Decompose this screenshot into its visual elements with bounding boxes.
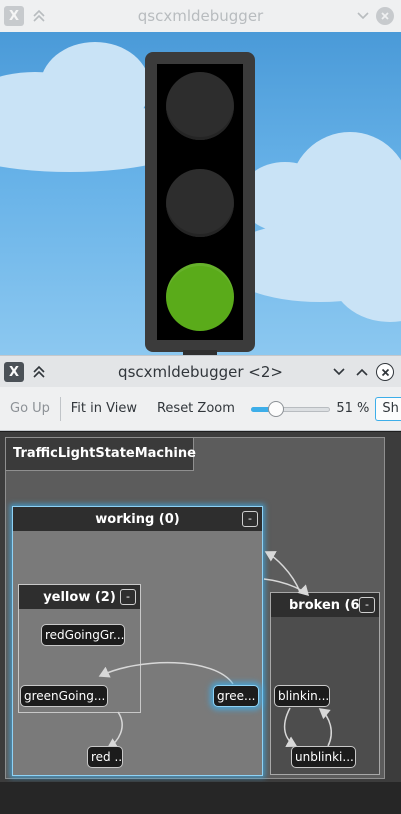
state-machine-canvas[interactable]: TrafficLightStateMachine working (0) - y…	[0, 432, 401, 782]
debugger-toolbar: Go Up Fit in View Reset Zoom 51 % Sh	[0, 387, 401, 431]
working-collapse-button[interactable]: -	[242, 511, 258, 527]
state-yellow-label: yellow (2)	[43, 589, 116, 605]
maximize-icon[interactable]	[353, 363, 371, 381]
window1-titlebar[interactable]: X qscxmldebugger	[0, 0, 401, 32]
broken-collapse-button[interactable]: -	[359, 597, 375, 613]
close-button[interactable]	[376, 7, 394, 25]
green-lamp	[166, 263, 234, 331]
go-up-button[interactable]: Go Up	[0, 401, 60, 416]
zoom-value: 51 %	[336, 401, 370, 416]
traffic-light-window: X qscxmldebugger	[0, 0, 401, 356]
window2-titlebar[interactable]: X qscxmldebugger <2>	[0, 355, 401, 387]
leaf-state-blinking[interactable]: blinkin...	[274, 685, 330, 707]
state-working-header: working (0)	[13, 507, 262, 531]
leaf-state-unblinking[interactable]: unblinki...	[291, 746, 356, 768]
leaf-state-redgoinggreen[interactable]: redGoingGr...	[41, 624, 125, 646]
state-broken-label: broken (6	[289, 597, 360, 613]
keep-above-icon[interactable]	[30, 7, 48, 25]
close-button[interactable]	[376, 363, 394, 381]
state-root-label: TrafficLightStateMachine	[6, 438, 196, 471]
leaf-state-red[interactable]: red ...	[87, 746, 123, 768]
show-button[interactable]: Sh	[375, 396, 401, 421]
minimize-icon[interactable]	[354, 7, 372, 25]
reset-zoom-button[interactable]: Reset Zoom	[147, 401, 245, 416]
zoom-slider[interactable]	[250, 399, 331, 419]
yellow-collapse-button[interactable]: -	[120, 589, 136, 605]
keep-above-icon[interactable]	[30, 363, 48, 381]
window-title: qscxmldebugger	[137, 7, 264, 25]
yellow-lamp	[166, 169, 234, 237]
leaf-state-green[interactable]: gree...	[213, 685, 259, 707]
state-working-label: working (0)	[95, 511, 180, 527]
bottom-bar	[0, 782, 401, 814]
minimize-icon[interactable]	[330, 363, 348, 381]
close-icon	[381, 368, 389, 376]
leaf-state-greengoing[interactable]: greenGoing...	[20, 685, 108, 707]
fit-in-view-button[interactable]: Fit in View	[61, 401, 147, 416]
red-lamp	[166, 72, 234, 140]
app-icon[interactable]: X	[4, 6, 24, 26]
app-icon[interactable]: X	[4, 362, 24, 382]
close-icon	[381, 12, 389, 20]
zoom-slider-handle[interactable]	[267, 400, 284, 417]
